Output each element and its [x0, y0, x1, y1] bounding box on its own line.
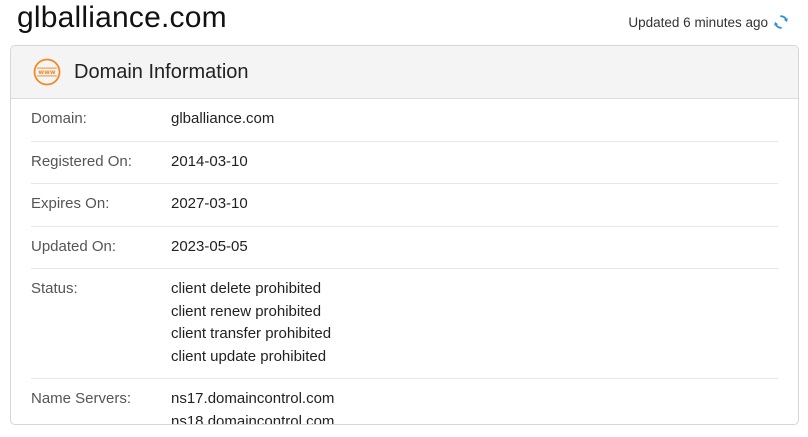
row-value-line: 2027-03-10 [171, 195, 248, 212]
info-row: Status: client delete prohibited client re… [31, 269, 778, 379]
row-label: Domain: [31, 110, 87, 127]
whois-page: glballiance.com Updated 6 minutes ago ww… [0, 0, 808, 437]
row-value-line: client update prohibited [171, 347, 327, 365]
row-label: Status: [31, 280, 78, 297]
domain-information-card: www Domain Information Domain: glballianc… [10, 45, 799, 425]
row-value: 2014-03-10 [171, 151, 248, 174]
info-row: Expires On: 2027-03-10 [31, 184, 778, 227]
row-value-line: client renew prohibited [171, 302, 322, 320]
row-value-line: ns17.domaincontrol.com [171, 390, 335, 407]
row-label: Updated On: [31, 237, 117, 255]
row-value: client delete prohibited client renew pro… [171, 278, 331, 368]
updated-text: Updated 6 minutes ago [628, 14, 768, 30]
card-title: Domain Information [74, 60, 249, 83]
row-value-line: 2014-03-10 [171, 152, 248, 170]
row-value: ns17.domaincontrol.com ns18.domaincontrol… [171, 388, 335, 425]
row-label: Name Servers: [31, 390, 132, 407]
row-value: glballiance.com [171, 108, 274, 131]
row-value-line: client transfer prohibited [171, 325, 332, 342]
www-icon: www [33, 58, 61, 86]
page-title: glballiance.com [17, 1, 227, 34]
row-value-line: glballiance.com [171, 110, 275, 127]
updated-status: Updated 6 minutes ago [628, 14, 789, 30]
refresh-icon[interactable] [773, 14, 789, 30]
card-header: www Domain Information [11, 46, 798, 99]
info-row: Name Servers: ns17.domaincontrol.com ns18.… [31, 379, 778, 425]
row-value-line: ns18.domaincontrol.com [171, 412, 335, 425]
row-value-line: 2023-05-05 [171, 237, 248, 255]
info-row: Domain: glballiance.com [31, 99, 778, 142]
row-value-line: client delete prohibited [171, 280, 322, 297]
row-label: Registered On: [31, 152, 132, 170]
svg-text:www: www [38, 69, 55, 76]
info-row: Registered On: 2014-03-10 [31, 142, 778, 184]
row-value: 2023-05-05 [171, 236, 248, 259]
info-rows: Domain: glballiance.com Registered On: 2014… [11, 99, 798, 425]
row-label: Expires On: [31, 195, 110, 212]
row-value: 2027-03-10 [171, 193, 248, 216]
info-row: Updated On: 2023-05-05 [31, 227, 778, 269]
